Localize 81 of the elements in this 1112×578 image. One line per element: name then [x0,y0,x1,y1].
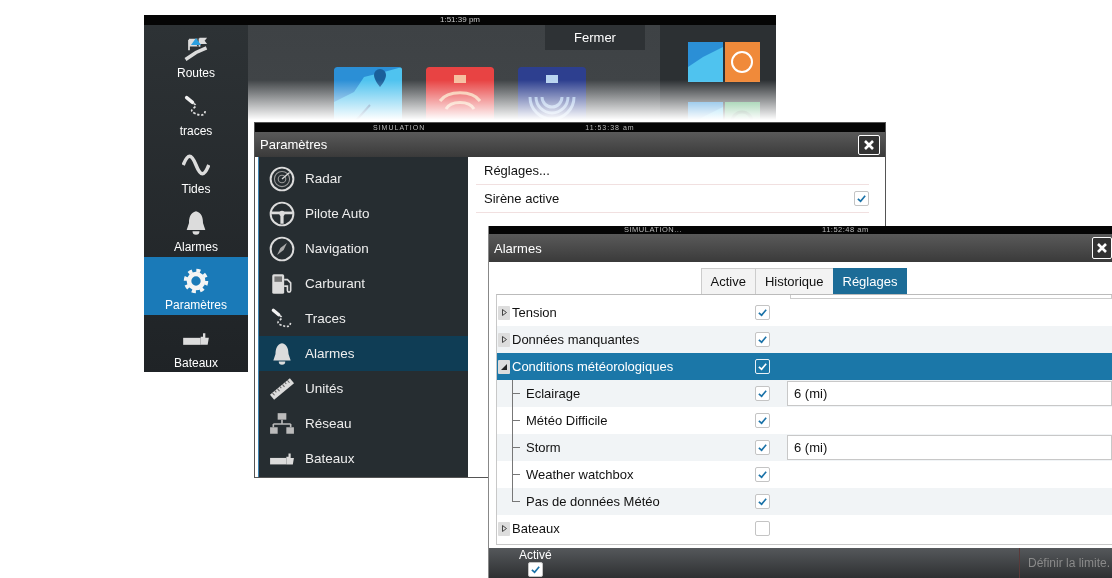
list-row[interactable]: Tension [497,299,1112,326]
sidebar-item[interactable]: Tides [144,141,248,199]
menu-item[interactable]: Traces [259,301,468,336]
scroll-up-icon [189,36,203,46]
check-icon [757,307,768,318]
tab[interactable]: Active [700,268,756,294]
close-button[interactable]: Fermer [545,25,645,50]
alarm-label: Pas de données Météo [526,494,661,509]
list-row[interactable]: Données manquantes [497,326,1112,353]
list-row[interactable]: Conditions météorologiques [497,353,1112,380]
checkbox[interactable] [527,562,543,577]
clock-text: 1:51:39 pm [440,15,480,24]
alarm-label: Bateaux [512,521,561,536]
sidebar-item[interactable]: Bateaux [144,315,248,372]
close-icon [1096,242,1108,254]
dialog-title: Paramètres [260,137,328,152]
setting-label: Sirène active [484,191,560,206]
steering-wheel-icon [269,200,295,227]
list-row[interactable]: Bateaux [497,515,1112,542]
settings-icon [182,267,210,295]
list-row[interactable]: Pas de données Météo [497,488,1112,515]
compass-icon [269,235,295,262]
list-row[interactable]: Storm 6 (mi) [497,434,1112,461]
check-icon [757,442,768,453]
check-icon [757,388,768,399]
expander-button[interactable] [498,332,510,347]
checkbox[interactable] [755,467,770,482]
checkbox[interactable] [755,521,770,536]
collapsed-triangle-icon [501,309,507,316]
checkbox[interactable] [755,440,770,455]
tab[interactable]: Réglages [832,268,908,294]
close-icon [863,138,875,151]
collapsed-triangle-icon [501,336,507,343]
menu-item[interactable]: Alarmes [259,336,468,371]
alarm-label: Weather watchbox [526,467,635,482]
radar-icon [269,165,295,192]
alarm-label: Données manquantes [512,332,641,347]
alarm-label: Storm [526,440,562,455]
value-field[interactable]: 6 (mi) [787,435,1112,460]
check-icon [757,496,768,507]
menu-item[interactable]: Réseau [259,406,468,441]
network-icon [269,410,295,437]
collapsed-triangle-icon [501,525,507,532]
menu-item[interactable]: Unités [259,371,468,406]
menu-item[interactable]: Carburant [259,266,468,301]
check-icon [856,193,867,204]
check-icon [757,334,768,345]
sidebar-item[interactable]: Alarmes [144,199,248,257]
alarm-label: Météo Difficile [526,413,609,428]
checkbox[interactable] [755,494,770,509]
value-field[interactable]: 6 (mi) [787,381,1112,406]
dialog-title: Alarmes [494,240,542,256]
checkbox[interactable] [755,332,770,347]
sidebar-item[interactable]: traces [144,83,248,141]
alarm-label: Conditions météorologiques [512,359,675,374]
expander-button[interactable] [498,305,510,320]
check-icon [757,469,768,480]
menu-item[interactable]: Navigation [259,231,468,266]
checkbox[interactable] [755,386,770,401]
settings-link[interactable]: Réglages... [484,163,550,178]
expanded-triangle-icon [501,363,507,370]
close-button[interactable] [858,134,880,155]
alarm-label: Eclairage [526,386,582,401]
enabled-label: Activé [519,549,552,562]
sidebar-item[interactable]: Paramètres [144,257,248,315]
close-button[interactable] [1092,237,1112,259]
checkbox[interactable] [755,305,770,320]
list-row[interactable]: Eclairage 6 (mi) [497,380,1112,407]
tab[interactable]: Historique [754,268,834,294]
alarm-label: Tension [512,305,558,320]
expander-button[interactable] [498,521,510,536]
menu-item[interactable]: Bateaux [259,441,468,476]
checkbox[interactable] [854,191,869,206]
expander-button[interactable] [498,359,510,374]
menu-item[interactable]: Radar [259,161,468,196]
checkbox[interactable] [755,413,770,428]
check-icon [757,415,768,426]
check-icon [529,564,541,575]
split-pane-tile [688,42,760,82]
check-icon [757,361,768,372]
menu-item[interactable]: Pilote Auto [259,196,468,231]
